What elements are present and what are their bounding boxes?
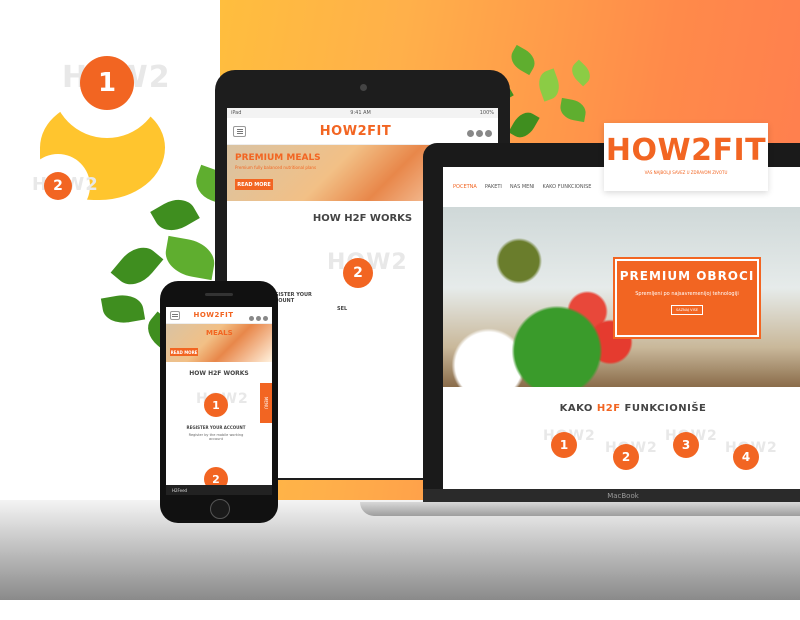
section-title-post: FUNKCIONIŠE — [620, 403, 707, 414]
nav-item-how-it-works[interactable]: KAKO FUNKCIONISE — [543, 184, 592, 190]
nav-item-home[interactable]: POCETNA — [453, 184, 477, 190]
leaf-icon — [506, 44, 540, 76]
macbook-hero-subtitle: Spremljeni po najsavremenijoj tehnologij… — [635, 291, 739, 297]
iphone-side-tab[interactable]: MENU — [260, 383, 272, 423]
nav-item-packages[interactable]: PAKETI — [485, 184, 502, 190]
iphone-social-links — [247, 307, 268, 325]
iphone-header: HOW2FIT — [166, 307, 272, 324]
leaf-icon — [100, 291, 146, 327]
logo-card: HOW2FIT VAS NAJBOLJI SAVEZ U ZDRAVOM ZIV… — [604, 123, 768, 191]
leaf-icon — [508, 107, 540, 143]
mac-step-1: 1 — [551, 432, 577, 458]
social-links — [465, 122, 492, 141]
ipad-hero-subtitle: Premium fully balanced nutritional plans — [235, 165, 317, 170]
iphone-screen: HOW2FIT MEALS READ MORE HOW H2F WORKS HO… — [166, 307, 272, 495]
mac-step-3: 3 — [673, 432, 699, 458]
instagram-icon[interactable] — [263, 315, 268, 321]
leaf-icon — [150, 192, 200, 238]
facebook-icon[interactable] — [467, 129, 474, 137]
twitter-icon[interactable] — [476, 129, 483, 137]
badge-1-backdrop: HOW2 1 — [52, 28, 170, 138]
badge-2-backdrop: HOW2 2 — [26, 154, 98, 218]
iphone-hero: MEALS READ MORE — [166, 324, 272, 362]
macbook-section-title: KAKO H2F FUNKCIONIŠE — [443, 403, 800, 414]
iphone-bottom-bar: H2Feed — [166, 485, 272, 495]
leaf-icon — [534, 68, 564, 102]
instagram-icon[interactable] — [485, 129, 492, 137]
iphone-steps: HOW2 1 REGISTER YOUR ACCOUNT Register by… — [166, 377, 272, 495]
badge-1-number: 1 — [80, 56, 134, 110]
ipad-status-bar: iPad 9:41 AM 100% — [227, 108, 498, 118]
ipad-hero-title: PREMIUM MEALS — [235, 153, 321, 163]
status-battery: 100% — [479, 110, 494, 116]
macbook-steps: HOW2 1 HOW2 2 HOW2 3 HOW2 4 — [443, 414, 800, 489]
mac-step-2: 2 — [613, 444, 639, 470]
facebook-icon[interactable] — [249, 315, 254, 321]
status-time: 9:41 AM — [350, 110, 371, 116]
macbook-base — [360, 502, 800, 516]
iphone-home-button[interactable] — [210, 499, 230, 519]
leaf-icon — [567, 59, 595, 87]
mac-step-4: 4 — [733, 444, 759, 470]
leaf-icon — [558, 97, 588, 123]
nav-item-menu[interactable]: NAS MENI — [510, 184, 535, 190]
hamburger-menu-icon[interactable] — [233, 125, 246, 137]
ipad-step-right-title: SEL — [337, 306, 348, 312]
macbook-hero: PREMIUM OBROCI Spremljeni po najsavremen… — [443, 207, 800, 387]
logo-card-text: HOW2FIT — [605, 133, 767, 168]
section-title-pre: KAKO — [559, 403, 597, 414]
iphone-step-text: Register by the mobile working account — [188, 433, 244, 441]
iphone-step-title: REGISTER YOUR ACCOUNT — [186, 425, 246, 430]
iphone-step-number: 1 — [204, 393, 228, 417]
iphone-hamburger-icon[interactable] — [170, 310, 180, 320]
leaf-icon — [110, 238, 164, 294]
twitter-icon[interactable] — [256, 315, 261, 321]
iphone-section-title: HOW H2F WORKS — [189, 370, 249, 377]
macbook-hero-button[interactable]: SAZNAJ VISE — [671, 305, 703, 315]
ipad-header: HOW2FIT — [227, 118, 498, 145]
iphone-speaker — [205, 293, 233, 296]
status-left: iPad — [231, 110, 242, 116]
macbook-hero-card: PREMIUM OBROCI Spremljeni po najsavremen… — [613, 257, 761, 339]
macbook-screen: POCETNA PAKETI NAS MENI KAKO FUNKCIONISE… — [443, 167, 800, 489]
iphone-hero-title: MEALS — [206, 329, 233, 337]
iphone-logo[interactable]: HOW2FIT — [193, 311, 233, 319]
iphone-read-more-button[interactable]: READ MORE — [170, 348, 198, 356]
logo-card-tagline: VAS NAJBOLJI SAVEZ U ZDRAVOM ZIVOTU — [644, 170, 728, 175]
ipad-step-number: 2 — [343, 258, 373, 288]
macbook-hero-title: PREMIUM OBROCI — [619, 269, 755, 283]
badge-2-number: 2 — [44, 172, 72, 200]
ipad-camera — [360, 84, 367, 91]
section-title-accent: H2F — [596, 403, 621, 414]
ipad-logo[interactable]: HOW2FIT — [320, 124, 391, 139]
leaf-icon — [162, 235, 218, 281]
macbook-label: MacBook — [607, 492, 639, 500]
macbook-chin: MacBook — [423, 489, 800, 503]
ipad-read-more-button[interactable]: READ MORE — [235, 179, 273, 190]
